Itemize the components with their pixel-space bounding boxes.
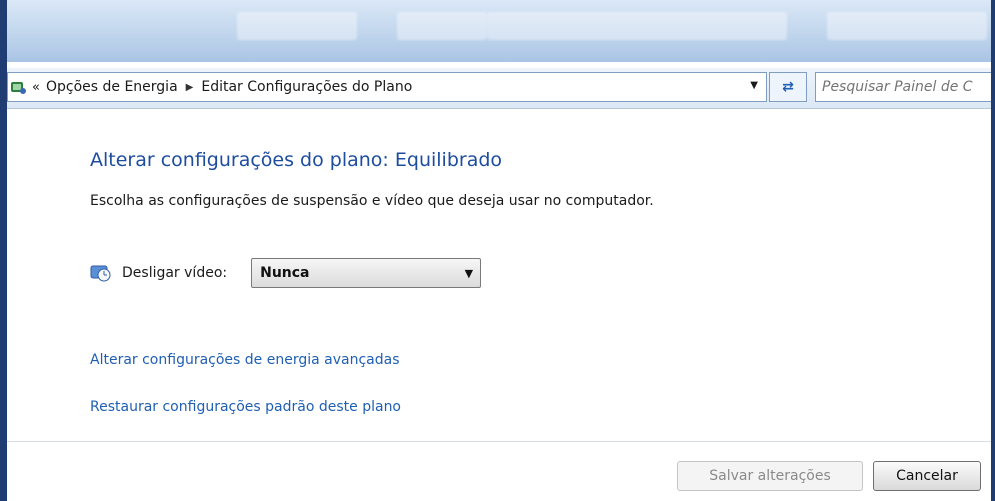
- cancel-button[interactable]: Cancelar: [873, 461, 981, 491]
- window-border-right: [991, 0, 995, 501]
- breadcrumb-arrow-icon[interactable]: ▶: [186, 82, 194, 93]
- blurred-element: [487, 12, 787, 40]
- display-off-select[interactable]: Nunca ▼: [251, 258, 482, 288]
- control-panel-icon: [11, 82, 26, 94]
- chevron-down-icon: ▼: [464, 267, 474, 280]
- navigation-bar: « Opções de Energia ▶ Editar Configuraçõ…: [7, 68, 995, 109]
- back-history-chevrons[interactable]: «: [32, 80, 40, 95]
- blurred-element: [827, 12, 987, 40]
- restore-default-settings-link[interactable]: Restaurar configurações padrão deste pla…: [90, 399, 401, 415]
- breadcrumb-edit-plan-settings[interactable]: Editar Configurações do Plano: [201, 79, 412, 95]
- display-off-value: Nunca: [260, 265, 310, 281]
- window: « Opções de Energia ▶ Editar Configuraçõ…: [7, 0, 995, 501]
- refresh-button[interactable]: ⇄: [769, 72, 807, 102]
- search-box[interactable]: [815, 72, 995, 102]
- dropdown-arrow-icon[interactable]: ▼: [750, 80, 758, 91]
- display-clock-icon: [90, 265, 111, 282]
- window-titlebar-blurred: [7, 0, 995, 62]
- blurred-element: [237, 12, 357, 40]
- advanced-power-settings-link[interactable]: Alterar configurações de energia avançad…: [90, 352, 400, 368]
- search-input[interactable]: [816, 73, 995, 101]
- save-changes-button[interactable]: Salvar alterações: [677, 461, 863, 491]
- page-description: Escolha as configurações de suspensão e …: [90, 193, 654, 209]
- breadcrumb-power-options[interactable]: Opções de Energia: [46, 79, 178, 95]
- page-title: Alterar configurações do plano: Equilibr…: [90, 149, 503, 171]
- refresh-icon: ⇄: [782, 79, 794, 95]
- display-off-label: Desligar vídeo:: [122, 265, 228, 281]
- address-bar[interactable]: « Opções de Energia ▶ Editar Configuraçõ…: [7, 72, 767, 102]
- footer-divider: [7, 441, 995, 442]
- blurred-element: [397, 12, 487, 40]
- display-off-row: Desligar vídeo: Nunca ▼: [90, 258, 482, 288]
